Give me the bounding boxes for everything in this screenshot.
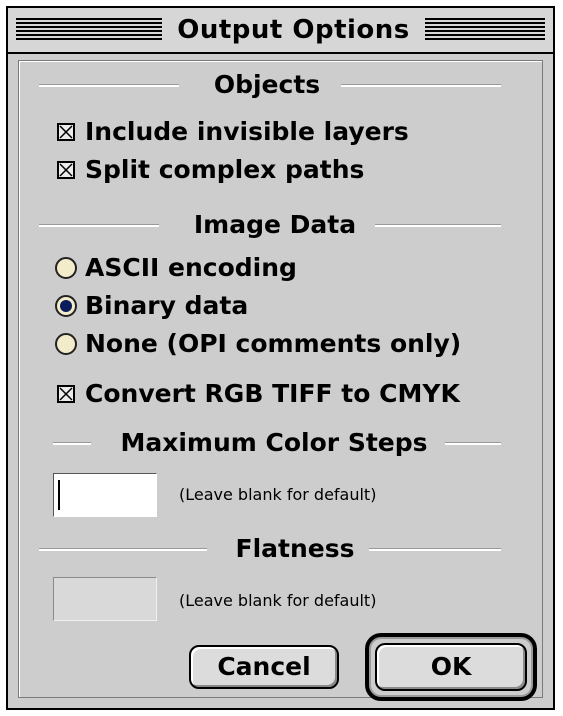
objects-section-header: Objects [19, 67, 542, 103]
cancel-button[interactable]: Cancel [189, 645, 339, 689]
flatness-input[interactable] [53, 577, 157, 621]
ok-button[interactable]: OK [375, 643, 527, 691]
max-color-steps-hint: (Leave blank for default) [179, 485, 377, 504]
split-complex-paths-checkbox[interactable] [57, 161, 75, 179]
check-x-icon [59, 125, 73, 139]
flatness-hint: (Leave blank for default) [179, 591, 377, 610]
check-x-icon [59, 387, 73, 401]
binary-data-label: Binary data [85, 291, 249, 320]
title-bar[interactable]: Output Options [8, 8, 553, 54]
divider-line [39, 224, 159, 227]
divider-line [39, 548, 207, 551]
divider-line [39, 84, 179, 87]
max-color-steps-input[interactable] [53, 473, 157, 517]
objects-heading: Objects [185, 67, 349, 103]
divider-line [445, 442, 501, 445]
image-data-section-header: Image Data [19, 207, 542, 243]
dialog-body: Objects Include invisible layers Split c… [18, 60, 543, 701]
none-opi-radio[interactable] [55, 333, 77, 355]
max-color-steps-heading: Maximum Color Steps [95, 425, 453, 461]
image-data-heading: Image Data [165, 207, 385, 243]
include-invisible-layers-label: Include invisible layers [85, 117, 409, 146]
ascii-encoding-radio[interactable] [55, 257, 77, 279]
dialog-title: Output Options [162, 8, 425, 52]
divider-line [53, 442, 91, 445]
title-bar-stripes-right [421, 18, 545, 40]
convert-rgb-tiff-checkbox[interactable] [57, 385, 75, 403]
split-complex-paths-label: Split complex paths [85, 155, 365, 184]
max-color-steps-section-header: Maximum Color Steps [19, 425, 542, 461]
divider-line [341, 84, 501, 87]
divider-line [369, 548, 501, 551]
check-x-icon [59, 163, 73, 177]
output-options-dialog: Output Options Objects Include invisible… [6, 6, 555, 710]
flatness-heading: Flatness [213, 531, 377, 567]
title-bar-stripes-left [16, 18, 162, 40]
none-opi-label: None (OPI comments only) [85, 329, 462, 358]
convert-rgb-tiff-label: Convert RGB TIFF to CMYK [85, 379, 460, 408]
binary-data-radio[interactable] [55, 295, 77, 317]
ascii-encoding-label: ASCII encoding [85, 253, 297, 282]
divider-line [375, 224, 501, 227]
flatness-section-header: Flatness [19, 531, 542, 567]
text-caret [58, 480, 60, 510]
include-invisible-layers-checkbox[interactable] [57, 123, 75, 141]
